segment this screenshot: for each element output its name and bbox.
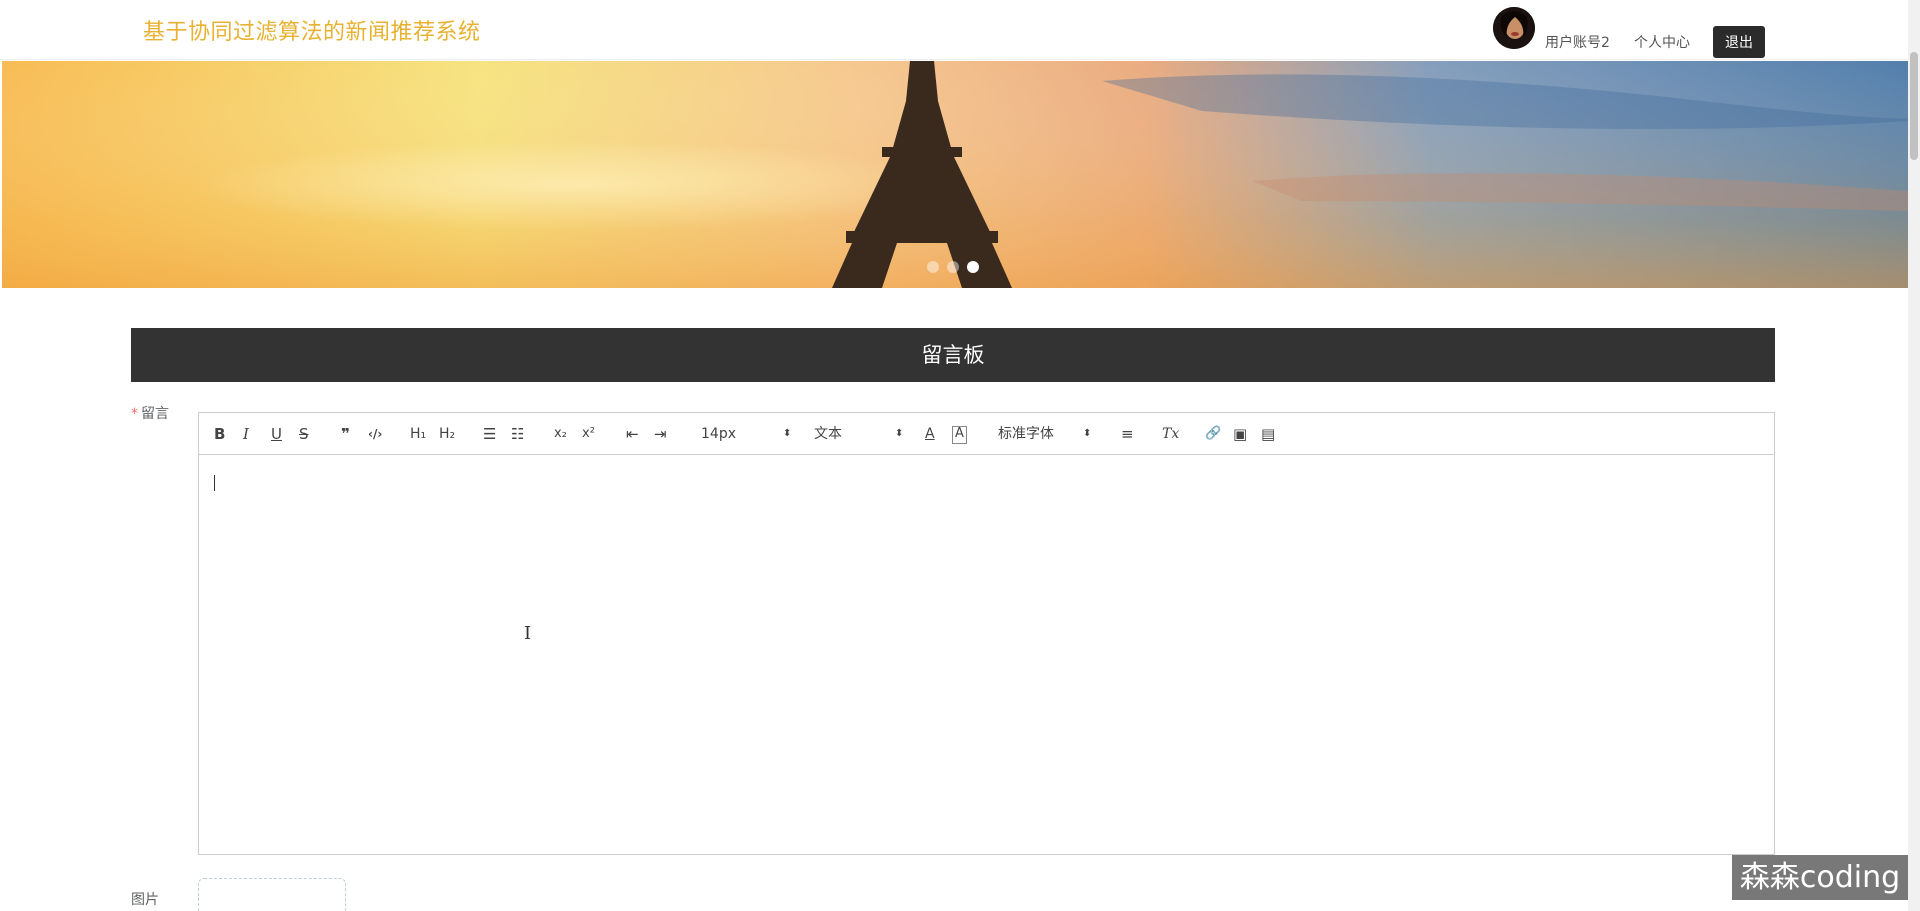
clean-format-button[interactable]: Tx: [1162, 425, 1179, 443]
message-label: * 留言: [131, 403, 169, 423]
subscript-button[interactable]: x₂: [554, 425, 567, 443]
watermark: 森森coding: [1732, 855, 1908, 900]
rich-text-editor: B I U S ❞ ‹/› H₁ H₂ ☰ ☷ x₂ x² ⇤ ⇥ 14px ⬍…: [198, 412, 1775, 855]
bold-button[interactable]: B: [214, 425, 225, 443]
editor-toolbar: B I U S ❞ ‹/› H₁ H₂ ☰ ☷ x₂ x² ⇤ ⇥ 14px ⬍…: [199, 413, 1774, 455]
carousel-dot-1[interactable]: [927, 261, 939, 273]
font-color-button[interactable]: A: [925, 425, 935, 443]
background-color-button[interactable]: A: [952, 426, 967, 444]
header-1-button[interactable]: H₁: [410, 425, 426, 443]
text-caret: [214, 475, 215, 491]
banner-image: [2, 61, 1908, 288]
header-select-value: 文本: [814, 426, 842, 442]
video-button[interactable]: ▤: [1261, 425, 1275, 443]
avatar-image: [1493, 7, 1535, 49]
message-label-text: 留言: [141, 406, 169, 422]
align-button[interactable]: ≡: [1121, 425, 1134, 443]
header-select-arrows-icon: ⬍: [895, 428, 904, 439]
image-button[interactable]: ▣: [1233, 425, 1247, 443]
image-label: 图片: [131, 892, 159, 908]
editor-content-area[interactable]: [199, 455, 1774, 854]
message-board-title: 留言板: [131, 328, 1775, 382]
carousel-dot-2[interactable]: [947, 261, 959, 273]
font-family-value: 标准字体: [998, 426, 1054, 442]
strike-button[interactable]: S: [299, 425, 309, 443]
page-scrollbar[interactable]: [1908, 0, 1920, 911]
mouse-ibeam-cursor-icon: I: [524, 623, 532, 644]
logout-button[interactable]: 退出: [1713, 26, 1765, 58]
banner-carousel[interactable]: [2, 61, 1908, 288]
header-2-button[interactable]: H₂: [439, 425, 455, 443]
image-upload-box[interactable]: [198, 878, 346, 911]
bullet-list-button[interactable]: ☷: [511, 425, 524, 443]
header-select[interactable]: 文本 ⬍: [814, 425, 904, 443]
nav-personal-center[interactable]: 个人中心: [1634, 32, 1690, 52]
carousel-indicators: [927, 261, 979, 273]
font-family-arrows-icon: ⬍: [1083, 428, 1092, 439]
site-title[interactable]: 基于协同过滤算法的新闻推荐系统: [143, 14, 481, 46]
italic-button[interactable]: I: [243, 425, 249, 443]
required-mark: *: [131, 406, 138, 422]
code-block-button[interactable]: ‹/›: [368, 425, 382, 443]
font-size-arrows-icon: ⬍: [783, 428, 792, 439]
font-family-select[interactable]: 标准字体 ⬍: [998, 425, 1098, 443]
carousel-dot-3[interactable]: [967, 261, 979, 273]
link-button[interactable]: 🔗: [1205, 425, 1221, 443]
nav-username[interactable]: 用户账号2: [1545, 32, 1610, 52]
ordered-list-button[interactable]: ☰: [483, 425, 496, 443]
superscript-button[interactable]: x²: [582, 425, 595, 443]
font-size-value: 14px: [701, 426, 736, 442]
scrollbar-thumb[interactable]: [1910, 52, 1918, 160]
outdent-button[interactable]: ⇤: [626, 425, 639, 443]
indent-button[interactable]: ⇥: [654, 425, 667, 443]
font-size-select[interactable]: 14px ⬍: [701, 425, 791, 443]
blockquote-button[interactable]: ❞: [341, 425, 350, 443]
top-navbar: 基于协同过滤算法的新闻推荐系统 用户账号2 个人中心 退出: [0, 0, 1908, 60]
underline-button[interactable]: U: [271, 425, 282, 443]
user-avatar[interactable]: [1493, 7, 1535, 49]
